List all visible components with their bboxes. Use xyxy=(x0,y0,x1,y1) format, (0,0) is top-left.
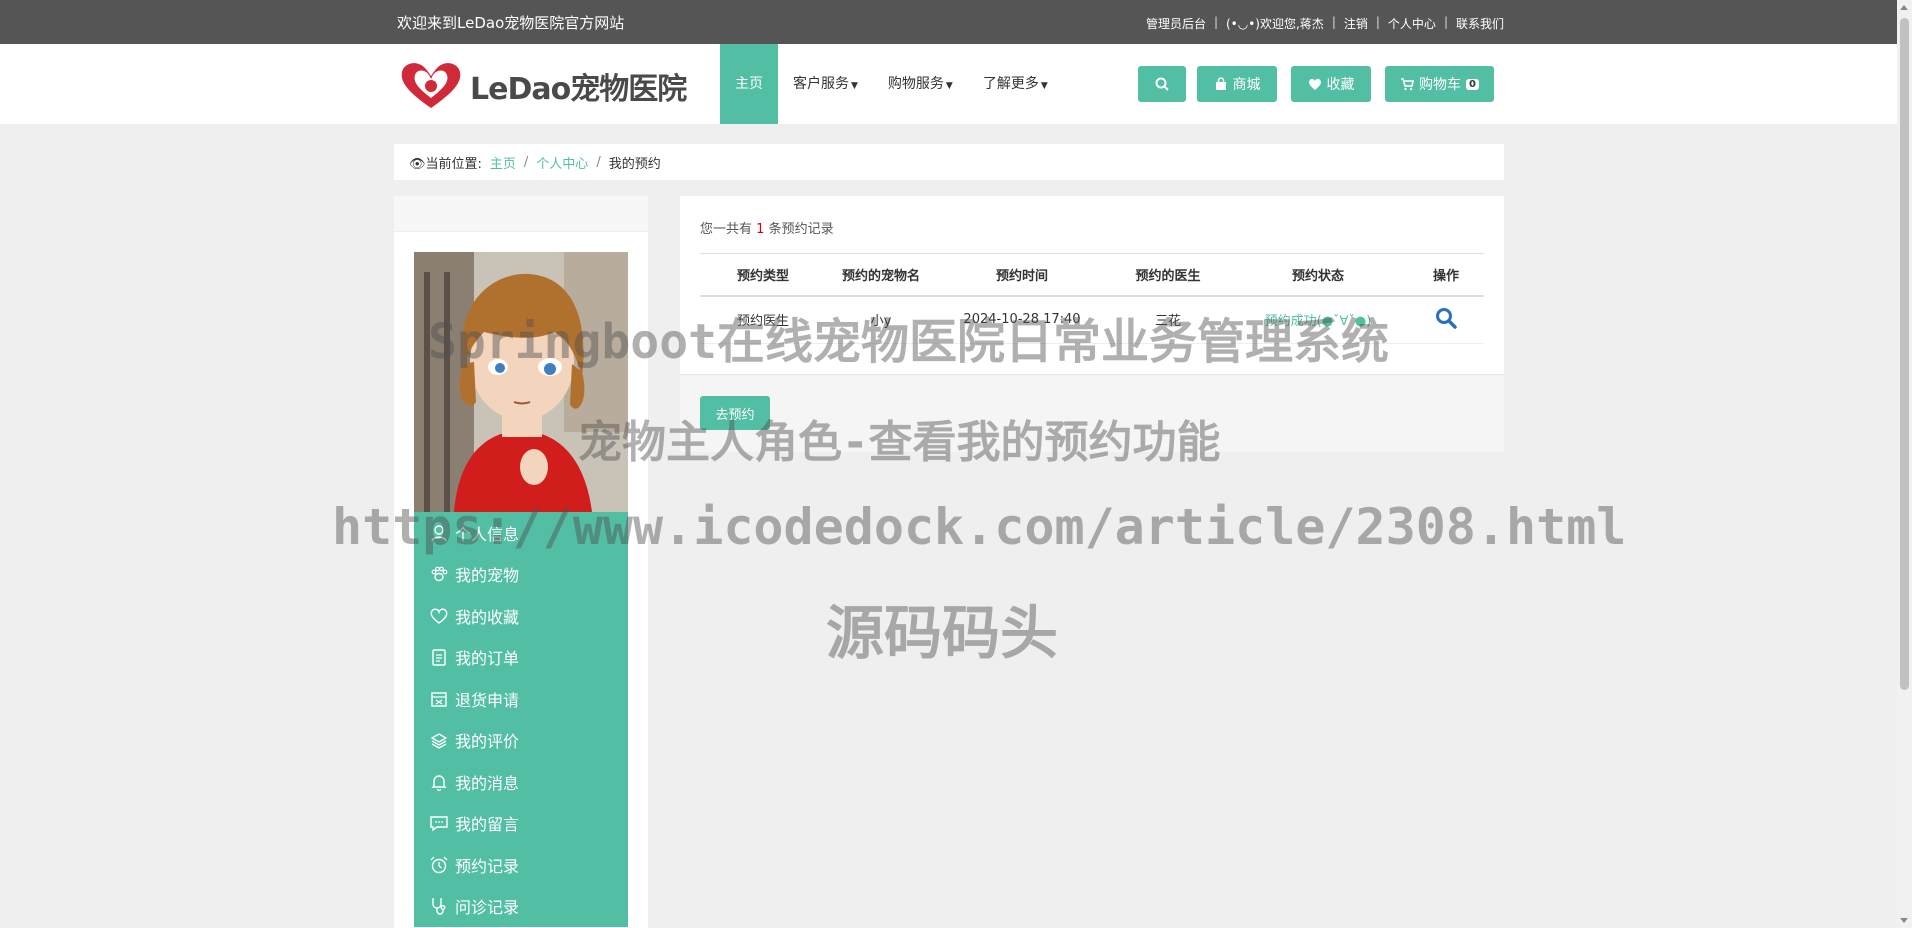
nav-learn-more[interactable]: 了解更多 ▼ xyxy=(968,44,1063,124)
sidebar-item-my-reviews[interactable]: 我的评价 xyxy=(414,720,628,762)
sidebar-item-label: 我的留言 xyxy=(455,815,520,835)
caret-down-icon: ▼ xyxy=(851,81,858,91)
logout-link[interactable]: 注销 xyxy=(1344,15,1368,32)
col-type: 预约类型 xyxy=(700,253,826,297)
sidebar-item-my-favorites[interactable]: 我的收藏 xyxy=(414,595,628,637)
page-scrollbar[interactable] xyxy=(1897,0,1912,928)
main-nav: 主页 客户服务 ▼ 购物服务 ▼ 了解更多 ▼ xyxy=(720,44,1063,124)
welcome-text: 欢迎来到LeDao宠物医院官方网站 xyxy=(397,14,625,32)
top-bar: 欢迎来到LeDao宠物医院官方网站 管理员后台 | (•◡•)欢迎您,蒋杰 | … xyxy=(0,0,1897,44)
contact-link[interactable]: 联系我们 xyxy=(1456,15,1504,32)
col-actions: 操作 xyxy=(1408,253,1484,297)
personal-center-link[interactable]: 个人中心 xyxy=(1388,15,1436,32)
logo[interactable]: LeDao宠物医院 xyxy=(398,60,687,112)
scrollbar-thumb[interactable] xyxy=(1900,18,1909,690)
stethoscope-icon xyxy=(432,898,446,915)
sidebar-item-label: 我的收藏 xyxy=(455,607,520,627)
user-menu: 个人信息 我的宠物 我的收藏 我的订单 退货申请 我的评价 我的消息 我的留言 xyxy=(414,512,628,927)
heart-icon xyxy=(1308,78,1321,90)
sidebar-item-consultation-records[interactable]: 问诊记录 xyxy=(414,886,628,928)
sidebar-item-my-messages[interactable]: 我的消息 xyxy=(414,761,628,803)
divider: | xyxy=(1443,15,1448,29)
favorites-label: 收藏 xyxy=(1326,77,1355,93)
avatar xyxy=(414,252,628,512)
sidebar-item-my-comments[interactable]: 我的留言 xyxy=(414,803,628,845)
favorites-button[interactable]: 收藏 xyxy=(1291,66,1371,102)
table-header-row: 预约类型 预约的宠物名 预约时间 预约的医生 预约状态 操作 xyxy=(700,253,1484,297)
sidebar-item-label: 预约记录 xyxy=(455,856,520,876)
shopping-bag-icon xyxy=(1215,77,1226,90)
bell-icon xyxy=(431,775,447,791)
sidebar-header xyxy=(394,196,648,232)
scroll-up-arrow-icon[interactable] xyxy=(1900,5,1908,10)
sidebar-item-label: 我的消息 xyxy=(455,773,520,793)
greeting-text: (•◡•)欢迎您,蒋杰 xyxy=(1226,17,1324,31)
nav-label: 购物服务 xyxy=(887,76,944,92)
sidebar-item-my-pets[interactable]: 我的宠物 xyxy=(414,554,628,596)
return-box-icon xyxy=(431,692,447,707)
cart-count-badge: 0 xyxy=(1466,78,1479,90)
breadcrumb-home-link[interactable]: 主页 xyxy=(490,153,516,172)
divider: | xyxy=(1375,15,1380,29)
cell-actions xyxy=(1408,295,1484,344)
paw-icon xyxy=(431,566,448,582)
heart-icon xyxy=(430,608,448,624)
col-doctor: 预约的医生 xyxy=(1108,253,1228,297)
watermark-line: https://www.icodedock.com/article/2308.h… xyxy=(332,498,1627,556)
caret-down-icon: ▼ xyxy=(945,81,953,91)
nav-home[interactable]: 主页 xyxy=(720,44,778,124)
search-icon xyxy=(1155,77,1169,91)
col-status: 预约状态 xyxy=(1228,253,1408,297)
summary-count: 1 xyxy=(756,222,765,237)
watermark-line: Springboot在线宠物医院日常业务管理系统 xyxy=(428,314,1389,370)
search-button[interactable] xyxy=(1138,66,1186,102)
header: LeDao宠物医院 主页 客户服务 ▼ 购物服务 ▼ 了解更多 ▼ 商城 收藏 购物车… xyxy=(0,44,1897,124)
breadcrumb: 👁当前位置: 主页 / 个人中心 / 我的预约 xyxy=(394,144,1504,180)
nav-shopping-service[interactable]: 购物服务 ▼ xyxy=(873,44,968,124)
col-pet-name: 预约的宠物名 xyxy=(826,253,936,297)
divider: | xyxy=(1213,15,1218,29)
sidebar-item-label: 我的宠物 xyxy=(455,566,520,586)
comment-icon xyxy=(430,816,448,832)
breadcrumb-center-link[interactable]: 个人中心 xyxy=(536,153,588,172)
clipboard-icon xyxy=(432,649,446,666)
watermark-line: 宠物主人角色-查看我的预约功能 xyxy=(578,417,1221,468)
sidebar-item-label: 问诊记录 xyxy=(455,898,520,918)
breadcrumb-separator: / xyxy=(523,154,529,170)
sidebar-item-label: 我的评价 xyxy=(455,732,520,752)
scroll-down-arrow-icon[interactable] xyxy=(1900,918,1908,923)
logo-text: LeDao宠物医院 xyxy=(470,72,687,107)
nav-label: 主页 xyxy=(735,76,763,92)
watermark-line: 源码码头 xyxy=(826,599,1059,667)
heart-logo-icon xyxy=(401,63,461,108)
cart-button[interactable]: 购物车 0 xyxy=(1385,66,1494,102)
sidebar-item-return-request[interactable]: 退货申请 xyxy=(414,678,628,720)
top-links: 管理员后台 | (•◡•)欢迎您,蒋杰 | 注销 | 个人中心 | 联系我们 xyxy=(1146,15,1504,32)
alarm-clock-icon xyxy=(430,856,448,873)
divider: | xyxy=(1331,15,1336,29)
breadcrumb-separator: / xyxy=(596,154,601,170)
cart-icon xyxy=(1401,78,1414,91)
cart-label: 购物车 xyxy=(1419,77,1462,93)
review-icon xyxy=(430,733,448,749)
breadcrumb-current: 我的预约 xyxy=(608,156,661,172)
nav-customer-service[interactable]: 客户服务 ▼ xyxy=(778,44,873,124)
nav-label: 客户服务 xyxy=(793,76,849,92)
summary-prefix: 您一共有 xyxy=(700,222,753,237)
mall-button[interactable]: 商城 xyxy=(1197,66,1277,102)
admin-link[interactable]: 管理员后台 xyxy=(1146,15,1206,32)
sidebar-item-appointment-records[interactable]: 预约记录 xyxy=(414,844,628,886)
caret-down-icon: ▼ xyxy=(1040,81,1048,91)
sidebar-item-label: 我的订单 xyxy=(455,649,520,669)
anime-avatar-image xyxy=(414,252,628,512)
col-time: 预约时间 xyxy=(936,253,1108,297)
view-detail-search-icon[interactable] xyxy=(1435,307,1457,329)
breadcrumb-prefix: 👁当前位置: xyxy=(409,156,482,172)
sidebar-item-my-orders[interactable]: 我的订单 xyxy=(414,637,628,679)
nav-label: 了解更多 xyxy=(982,76,1039,92)
summary-suffix: 条预约记录 xyxy=(768,222,834,237)
mall-label: 商城 xyxy=(1232,77,1261,93)
appointment-summary: 您一共有 1 条预约记录 xyxy=(700,218,834,237)
sidebar-item-label: 退货申请 xyxy=(455,690,520,710)
